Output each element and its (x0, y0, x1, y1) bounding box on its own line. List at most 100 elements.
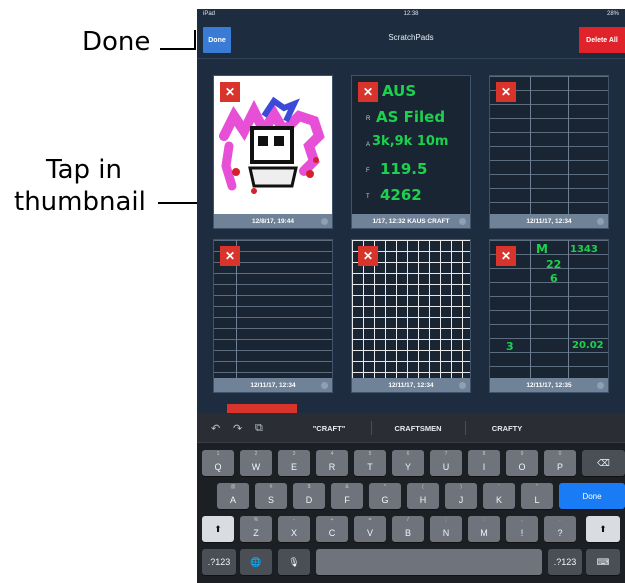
key-a[interactable]: @ A (217, 483, 249, 509)
key-g[interactable]: * G (369, 483, 401, 509)
info-icon[interactable] (597, 382, 604, 389)
key-i[interactable]: 8I (468, 450, 500, 476)
key-char: W (251, 462, 261, 472)
key-k[interactable]: ' K (483, 483, 515, 509)
key-alt-char: " (536, 484, 538, 490)
key-alt-char: ) (460, 484, 462, 490)
navigation-bar: Done ScratchPads Delete All (197, 21, 625, 59)
key-char: H (419, 495, 427, 505)
info-icon[interactable] (459, 382, 466, 389)
scratchpad-thumbnail[interactable]: ✕ 12/11/17, 12:34 (489, 75, 609, 229)
callout-done-leader-tick (194, 30, 196, 50)
scratchpad-thumbnail[interactable]: ✕ 12/11/17, 12:34 (351, 239, 471, 393)
key-char: U (442, 462, 450, 472)
callout-tap-line1: Tap in (46, 155, 122, 185)
suggestion-item[interactable]: CRAFTSMEN (373, 418, 463, 438)
key-v[interactable]: = V (354, 516, 386, 542)
scratchpad-thumbnail[interactable]: M 1343 22 6 3 20.02 ✕ 12/11/17, 12:35 (489, 239, 609, 393)
craft-value: 3k,9k 10m (372, 134, 449, 149)
craft-letter: A (366, 142, 371, 148)
key-l[interactable]: " L (521, 483, 553, 509)
key-alt-char: 5 (368, 451, 372, 457)
key-p[interactable]: 0P (544, 450, 576, 476)
key-alt-char: - (293, 517, 295, 523)
globe-icon[interactable]: 🌐 (240, 549, 272, 575)
done-key[interactable]: Done (559, 483, 625, 509)
backspace-key[interactable]: ⌫ (582, 450, 625, 476)
hide-keyboard-icon[interactable]: ⌨ (586, 549, 620, 575)
key-alt-char: = (368, 517, 372, 523)
key-alt-char: # (269, 484, 273, 490)
key-alt-char: 9 (520, 451, 524, 457)
key-m[interactable]: :M (468, 516, 500, 542)
onscreen-keyboard: ↶ ↷ ⧉ "CRAFT" CRAFTSMEN CRAFTY 1Q2W3E4R5… (197, 413, 625, 583)
form-divider (568, 76, 569, 216)
numbers-key-right[interactable]: .?123 (548, 549, 582, 575)
key-s[interactable]: # S (255, 483, 287, 509)
thumbnail-date: 12/11/17, 12:34 (214, 378, 332, 392)
handwritten-value: 6 (550, 272, 558, 285)
key-e[interactable]: 3E (278, 450, 310, 476)
key-char: ? (557, 528, 563, 538)
delete-scratchpad-button[interactable]: ✕ (220, 82, 240, 102)
key-question[interactable]: .? (544, 516, 576, 542)
shift-key-left[interactable]: ⬆ (202, 516, 234, 542)
key-b[interactable]: / B (392, 516, 424, 542)
info-icon[interactable] (321, 218, 328, 225)
key-exclaim[interactable]: ,! (506, 516, 538, 542)
key-u[interactable]: 7U (430, 450, 462, 476)
key-f[interactable]: & F (331, 483, 363, 509)
key-x[interactable]: -X (278, 516, 310, 542)
key-h[interactable]: (H (407, 483, 439, 509)
scratchpad-thumbnail[interactable]: ✕ 12/8/17, 19:44 (213, 75, 333, 229)
key-r[interactable]: 4R (316, 450, 348, 476)
status-battery: 28% (606, 11, 619, 17)
thumbnail-date: 12/8/17, 19:44 (214, 214, 332, 228)
thumbnail-date: 12/11/17, 12:35 (490, 378, 608, 392)
key-j[interactable]: ) J (445, 483, 477, 509)
thumbnail-date: 12/11/17, 12:34 (352, 378, 470, 392)
undo-icon[interactable]: ↶ (211, 422, 220, 435)
key-n[interactable]: ; N (430, 516, 462, 542)
key-char: A (229, 495, 236, 505)
key-y[interactable]: 6Y (392, 450, 424, 476)
delete-scratchpad-button[interactable]: ✕ (220, 246, 240, 266)
key-alt-char: 8 (482, 451, 486, 457)
delete-scratchpad-button[interactable]: ✕ (358, 82, 378, 102)
key-w[interactable]: 2W (240, 450, 272, 476)
thumbnail-date: 1/17, 12:32 KAUS CRAFT (352, 214, 470, 228)
delete-scratchpad-button[interactable]: ✕ (496, 246, 516, 266)
scratchpad-thumbnail[interactable]: ✕ 12/11/17, 12:34 (213, 239, 333, 393)
delete-scratchpad-button[interactable]: ✕ (358, 246, 378, 266)
suggestion-item[interactable]: CRAFTY (467, 418, 547, 438)
key-char: O (518, 462, 526, 472)
key-o[interactable]: 9O (506, 450, 538, 476)
microphone-icon[interactable]: 🎙 (278, 549, 310, 575)
paste-icon[interactable]: ⧉ (255, 422, 263, 435)
craft-value: 4262 (380, 186, 422, 204)
form-divider (530, 240, 531, 380)
space-bar[interactable] (316, 549, 542, 575)
key-z[interactable]: % Z (240, 516, 272, 542)
scratchpad-thumbnail[interactable]: C R A F T AUS AS Filed 3k,9k 10m 119.5 4… (351, 75, 471, 229)
key-c[interactable]: + C (316, 516, 348, 542)
form-divider (568, 240, 569, 380)
numbers-key-left[interactable]: .?123 (202, 549, 236, 575)
suggestion-item[interactable]: "CRAFT" (289, 418, 369, 438)
handwritten-value: 22 (546, 258, 562, 271)
delete-scratchpad-button[interactable]: ✕ (496, 82, 516, 102)
key-alt-char: & (345, 484, 349, 490)
key-alt-char: 2 (254, 451, 258, 457)
key-q[interactable]: 1Q (202, 450, 234, 476)
redo-icon[interactable]: ↷ (233, 422, 242, 435)
info-icon[interactable] (321, 382, 328, 389)
key-t[interactable]: 5T (354, 450, 386, 476)
key-char: E (290, 462, 297, 472)
key-char: B (404, 528, 411, 538)
info-icon[interactable] (597, 218, 604, 225)
delete-all-button[interactable]: Delete All (579, 27, 625, 53)
key-char: D (305, 495, 313, 505)
key-d[interactable]: $ D (293, 483, 325, 509)
info-icon[interactable] (459, 218, 466, 225)
shift-key-right[interactable]: ⬆ (586, 516, 620, 542)
